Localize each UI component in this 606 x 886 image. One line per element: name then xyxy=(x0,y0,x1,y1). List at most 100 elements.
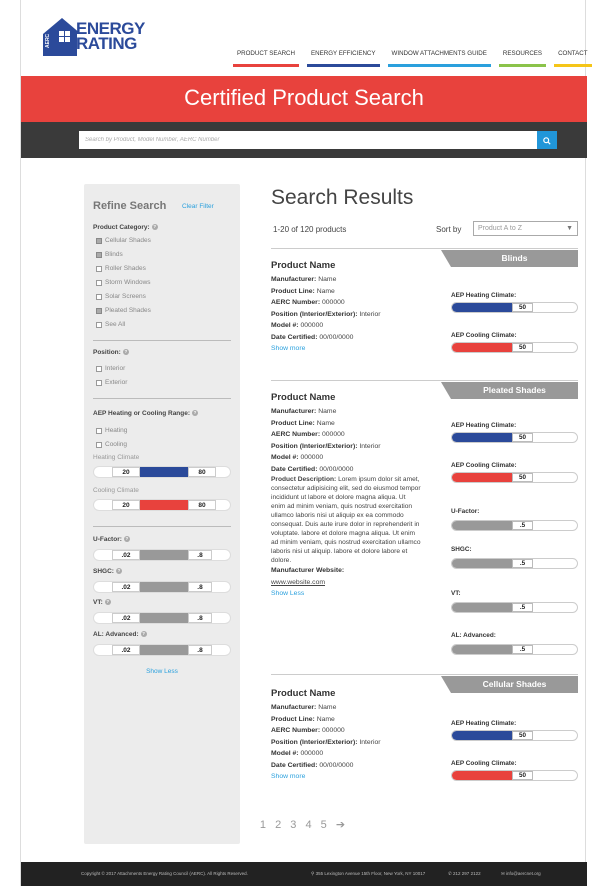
clear-filter-link[interactable]: Clear Filter xyxy=(182,203,214,210)
shgc-meter: .5 xyxy=(451,558,578,569)
slider-max-handle[interactable]: .8 xyxy=(188,613,212,623)
model-row: Model #: 000000 xyxy=(271,320,578,332)
checkbox[interactable] xyxy=(96,265,102,272)
slider-max-handle[interactable]: .8 xyxy=(188,645,212,655)
cooling-climate-label: AEP Cooling Climate: xyxy=(451,332,517,339)
filter-see-all[interactable]: See All xyxy=(96,321,125,328)
help-icon[interactable]: ? xyxy=(151,224,158,231)
help-icon[interactable]: ? xyxy=(115,568,122,575)
checkbox[interactable] xyxy=(96,251,102,258)
address-row: ⚲ 355 Lexington Avenue 15th Floor, New Y… xyxy=(311,871,425,877)
logo-aerc-text: AERC xyxy=(45,33,51,49)
meter-fill xyxy=(452,433,514,442)
help-icon[interactable]: ? xyxy=(140,631,147,638)
filter-cooling[interactable]: Cooling xyxy=(96,441,127,448)
checkbox[interactable] xyxy=(96,307,102,314)
vt-meter: .5 xyxy=(451,602,578,613)
checkbox[interactable] xyxy=(96,293,102,300)
page-title: Certified Product Search xyxy=(184,85,424,110)
filter-exterior[interactable]: Exterior xyxy=(96,379,127,386)
slider-min-handle[interactable]: .02 xyxy=(112,645,140,655)
slider-min-handle[interactable]: .02 xyxy=(112,613,140,623)
field-value: Name xyxy=(316,287,335,295)
page-5-link[interactable]: 5 xyxy=(321,819,328,831)
logo[interactable]: AERC ENERGY RATING xyxy=(43,18,145,58)
filter-pleated-shades[interactable]: Pleated Shades xyxy=(96,307,151,314)
slider-min-handle[interactable]: 20 xyxy=(112,467,140,477)
field-label: AERC Number: xyxy=(271,727,321,734)
help-icon[interactable]: ? xyxy=(122,349,129,356)
cooling-climate-meter: 50 xyxy=(451,472,578,483)
filter-storm-windows[interactable]: Storm Windows xyxy=(96,279,151,286)
sort-select[interactable]: Product A to Z ▼ xyxy=(473,221,578,236)
field-label: Product Description: xyxy=(271,476,337,483)
slider-max-handle[interactable]: .8 xyxy=(188,582,212,592)
sidebar-show-less-link[interactable]: Show Less xyxy=(84,668,240,675)
slider-min-handle[interactable]: .02 xyxy=(112,550,140,560)
filter-blinds[interactable]: Blinds xyxy=(96,251,123,258)
phone-row[interactable]: ✆ 212 297 2122 xyxy=(448,871,481,877)
field-label: Date Certified: xyxy=(271,761,318,769)
checkbox[interactable] xyxy=(96,321,102,328)
option-label: Storm Windows xyxy=(105,279,151,286)
slider-min-handle[interactable]: 20 xyxy=(112,500,140,510)
slider-max-handle[interactable]: 80 xyxy=(188,500,216,510)
manufacturer-website-link[interactable]: www.website.com xyxy=(271,577,578,589)
cooling-climate-label: AEP Cooling Climate: xyxy=(451,760,517,767)
meter-value: 50 xyxy=(512,771,533,780)
next-arrow-icon[interactable]: ➔ xyxy=(336,819,346,831)
help-icon[interactable]: ? xyxy=(192,410,199,417)
checkbox[interactable] xyxy=(96,379,102,386)
meter-value: 50 xyxy=(512,731,533,740)
meter-value: 50 xyxy=(512,303,533,312)
search-button[interactable] xyxy=(537,131,557,149)
page-1-link[interactable]: 1 xyxy=(260,819,267,831)
meter-value: 50 xyxy=(512,473,533,482)
shgc-slider[interactable]: .02 .8 xyxy=(93,581,231,593)
help-icon[interactable]: ? xyxy=(123,536,130,543)
filter-heating[interactable]: Heating xyxy=(96,427,127,434)
checkbox[interactable] xyxy=(96,441,102,448)
cooling-climate-label: Cooling Climate xyxy=(93,487,139,494)
checkbox[interactable] xyxy=(96,237,102,244)
filter-cellular-shades[interactable]: Cellular Shades xyxy=(96,237,151,244)
cooling-climate-slider[interactable]: 20 80 xyxy=(93,499,231,511)
category-tag: Pleated Shades xyxy=(441,382,578,399)
show-less-link[interactable]: Show Less xyxy=(271,588,578,600)
cooling-climate-meter: 50 xyxy=(451,770,578,781)
site-footer: Copyright © 2017 Attachments Energy Rati… xyxy=(21,862,587,886)
email-row[interactable]: ✉ info@aercnet.org xyxy=(501,871,541,877)
checkbox[interactable] xyxy=(96,427,102,434)
ufactor-slider[interactable]: .02 .8 xyxy=(93,549,231,561)
nav-contact[interactable]: CONTACT xyxy=(550,50,595,67)
page-4-link[interactable]: 4 xyxy=(305,819,312,831)
field-label: Position (Interior/Exterior): xyxy=(271,738,358,746)
nav-product-search[interactable]: PRODUCT SEARCH xyxy=(229,50,303,67)
help-icon[interactable]: ? xyxy=(104,599,111,606)
al-slider[interactable]: .02 .8 xyxy=(93,644,231,656)
page: AERC ENERGY RATING PRODUCT SEARCH ENERGY… xyxy=(20,0,592,886)
slider-min-handle[interactable]: .02 xyxy=(112,582,140,592)
checkbox[interactable] xyxy=(96,279,102,286)
nav-label: WINDOW ATTACHMENTS GUIDE xyxy=(391,50,487,57)
nav-resources[interactable]: RESOURCES xyxy=(495,50,550,67)
vt-slider[interactable]: .02 .8 xyxy=(93,612,231,624)
filter-interior[interactable]: Interior xyxy=(96,365,125,372)
slider-max-handle[interactable]: 80 xyxy=(188,467,216,477)
map-pin-icon: ⚲ xyxy=(311,871,315,876)
checkbox[interactable] xyxy=(96,365,102,372)
nav-window-attachments-guide[interactable]: WINDOW ATTACHMENTS GUIDE xyxy=(384,50,495,67)
slider-max-handle[interactable]: .8 xyxy=(188,550,212,560)
copyright-text: Copyright © 2017 Attachments Energy Rati… xyxy=(81,871,248,876)
page-2-link[interactable]: 2 xyxy=(275,819,282,831)
page-3-link[interactable]: 3 xyxy=(290,819,297,831)
section-label: SHGC: xyxy=(93,568,114,575)
field-label: Position (Interior/Exterior): xyxy=(271,310,358,318)
product-card: Pleated Shades Product Name Manufacturer… xyxy=(271,380,578,670)
heating-climate-slider[interactable]: 20 80 xyxy=(93,466,231,478)
filter-roller-shades[interactable]: Roller Shades xyxy=(96,265,146,272)
nav-energy-efficiency[interactable]: ENERGY EFFICIENCY xyxy=(303,50,384,67)
filter-solar-screens[interactable]: Solar Screens xyxy=(96,293,146,300)
search-input[interactable] xyxy=(79,131,537,149)
meter-value: .5 xyxy=(512,603,533,612)
